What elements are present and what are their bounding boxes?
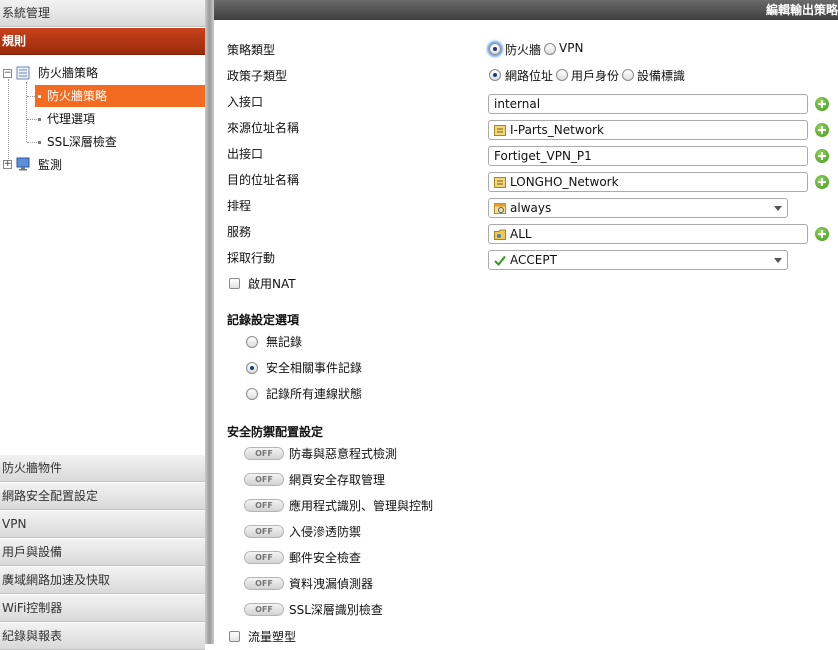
ips-toggle[interactable]: OFF [244, 525, 284, 538]
policy-subtype-label: 政策子類型 [227, 69, 288, 83]
sidebar-section-wan-opt[interactable]: 廣域網路加速及快取 [0, 567, 205, 594]
sidebar-section-log-report[interactable]: 紀錄與報表 [0, 623, 205, 650]
traffic-shaping-checkbox[interactable] [229, 631, 240, 642]
action-dropdown[interactable]: ACCEPT [488, 250, 788, 270]
logging-none-label: 無記錄 [266, 335, 303, 349]
add-service-icon[interactable] [815, 227, 829, 241]
logging-none-radio[interactable] [246, 336, 258, 348]
logging-security-events-label: 安全相關事件記錄 [266, 361, 363, 375]
tree-item-firewall-policy[interactable]: 防火牆策略 [35, 85, 205, 107]
outgoing-interface-label: 出接口 [227, 147, 264, 161]
logging-security-events-radio[interactable] [246, 362, 258, 374]
antivirus-label: 防毒與惡意程式檢測 [289, 447, 398, 461]
subtype-address-label: 網路位址 [505, 69, 554, 83]
action-label: 採取行動 [227, 251, 276, 265]
page-header: 編輯輸出策略 [214, 0, 838, 20]
dlp-label: 資料洩漏偵測器 [289, 577, 374, 591]
policy-list-icon [16, 66, 30, 80]
sidebar-section-security-profiles[interactable]: 網路安全配置設定 [0, 483, 205, 510]
bullet-icon [38, 95, 41, 98]
destination-address-label: 目的位址名稱 [227, 173, 300, 187]
enable-nat-checkbox[interactable] [229, 278, 240, 289]
source-address-field[interactable]: I-Parts_Network [488, 120, 808, 140]
tree-item-monitor[interactable]: 監測 [38, 154, 62, 176]
policy-type-label: 策略類型 [227, 43, 276, 57]
policy-type-firewall-label: 防火牆 [505, 43, 542, 57]
sidebar-section-vpn[interactable]: VPN [0, 511, 205, 538]
incoming-interface-label: 入接口 [227, 95, 264, 109]
service-field[interactable]: ALL [488, 224, 808, 244]
sidebar-section-wifi[interactable]: WiFi控制器 [0, 595, 205, 622]
subtype-device-label: 設備標識 [637, 69, 686, 83]
service-label: 服務 [227, 225, 252, 239]
security-section-title: 安全防禦配置設定 [227, 425, 324, 439]
application-control-toggle[interactable]: OFF [244, 499, 284, 512]
outgoing-interface-field[interactable]: Fortiget_VPN_P1 [488, 146, 808, 166]
sidebar-splitter[interactable] [205, 0, 214, 644]
chevron-down-icon [774, 258, 782, 263]
address-card-icon [494, 175, 506, 188]
policy-type-vpn-radio[interactable] [544, 43, 556, 55]
logging-all-sessions-label: 記錄所有連線狀態 [266, 387, 363, 401]
sidebar-section-firewall-objects[interactable]: 防火牆物件 [0, 455, 205, 482]
service-value: ALL [510, 227, 532, 241]
chevron-down-icon [774, 206, 782, 211]
subtype-device-radio[interactable] [622, 69, 634, 81]
bullet-icon [38, 141, 41, 144]
policy-type-firewall-radio[interactable] [489, 43, 501, 55]
bullet-icon [38, 118, 41, 121]
add-outgoing-interface-icon[interactable] [815, 149, 829, 163]
schedule-label: 排程 [227, 199, 252, 213]
outgoing-interface-value: Fortiget_VPN_P1 [494, 149, 592, 163]
web-filter-toggle[interactable]: OFF [244, 473, 284, 486]
calendar-icon [494, 201, 506, 214]
subtype-user-radio[interactable] [556, 69, 568, 81]
page-title: 編輯輸出策略 [765, 3, 838, 17]
sidebar-section-system[interactable]: 系統管理 [0, 0, 205, 27]
policy-type-vpn-label: VPN [559, 41, 584, 55]
monitor-icon [16, 157, 30, 171]
ssl-inspection-toggle[interactable]: OFF [244, 603, 284, 616]
source-address-label: 來源位址名稱 [227, 121, 300, 135]
subtype-user-label: 用戶身份 [571, 69, 620, 83]
destination-address-field[interactable]: LONGHO_Network [488, 172, 808, 192]
enable-nat-label: 啟用NAT [248, 277, 296, 291]
action-value: ACCEPT [510, 253, 557, 267]
ips-label: 入侵滲透防禦 [289, 525, 362, 539]
logging-all-sessions-radio[interactable] [246, 388, 258, 400]
logging-section-title: 記錄設定選項 [227, 313, 300, 327]
dlp-toggle[interactable]: OFF [244, 577, 284, 590]
add-source-address-icon[interactable] [815, 123, 829, 137]
tree-item-proxy-options[interactable]: 代理選項 [47, 108, 95, 130]
traffic-shaping-label: 流量塑型 [248, 630, 297, 644]
add-incoming-interface-icon[interactable] [815, 97, 829, 111]
application-control-label: 應用程式識別、管理與控制 [289, 499, 434, 513]
schedule-value: always [510, 201, 552, 215]
subtype-address-radio[interactable] [489, 69, 501, 81]
email-filter-label: 郵件安全檢查 [289, 551, 362, 565]
address-card-icon [494, 123, 506, 136]
add-destination-address-icon[interactable] [815, 175, 829, 189]
incoming-interface-value: internal [494, 97, 541, 111]
service-folder-icon [494, 227, 506, 240]
tree-collapse-icon[interactable]: − [3, 69, 12, 78]
incoming-interface-field[interactable]: internal [488, 94, 808, 114]
sidebar: 系統管理 規則 − 防火牆策略 防火牆策略 代理選項 SSL深層檢查 + 監測 … [0, 0, 205, 650]
tree-item-firewall-policy-root[interactable]: 防火牆策略 [38, 62, 98, 84]
checkmark-icon [494, 253, 506, 266]
sidebar-section-policy[interactable]: 規則 [0, 28, 205, 55]
web-filter-label: 網頁安全存取管理 [289, 473, 386, 487]
antivirus-toggle[interactable]: OFF [244, 447, 284, 460]
schedule-dropdown[interactable]: always [488, 198, 788, 218]
tree-expand-icon[interactable]: + [3, 160, 12, 169]
destination-address-value: LONGHO_Network [510, 175, 619, 189]
email-filter-toggle[interactable]: OFF [244, 551, 284, 564]
sidebar-section-user-device[interactable]: 用戶與設備 [0, 539, 205, 566]
ssl-inspection-label: SSL深層識別檢查 [289, 603, 383, 617]
tree-item-ssl-inspection[interactable]: SSL深層檢查 [47, 131, 117, 153]
source-address-value: I-Parts_Network [510, 123, 604, 137]
